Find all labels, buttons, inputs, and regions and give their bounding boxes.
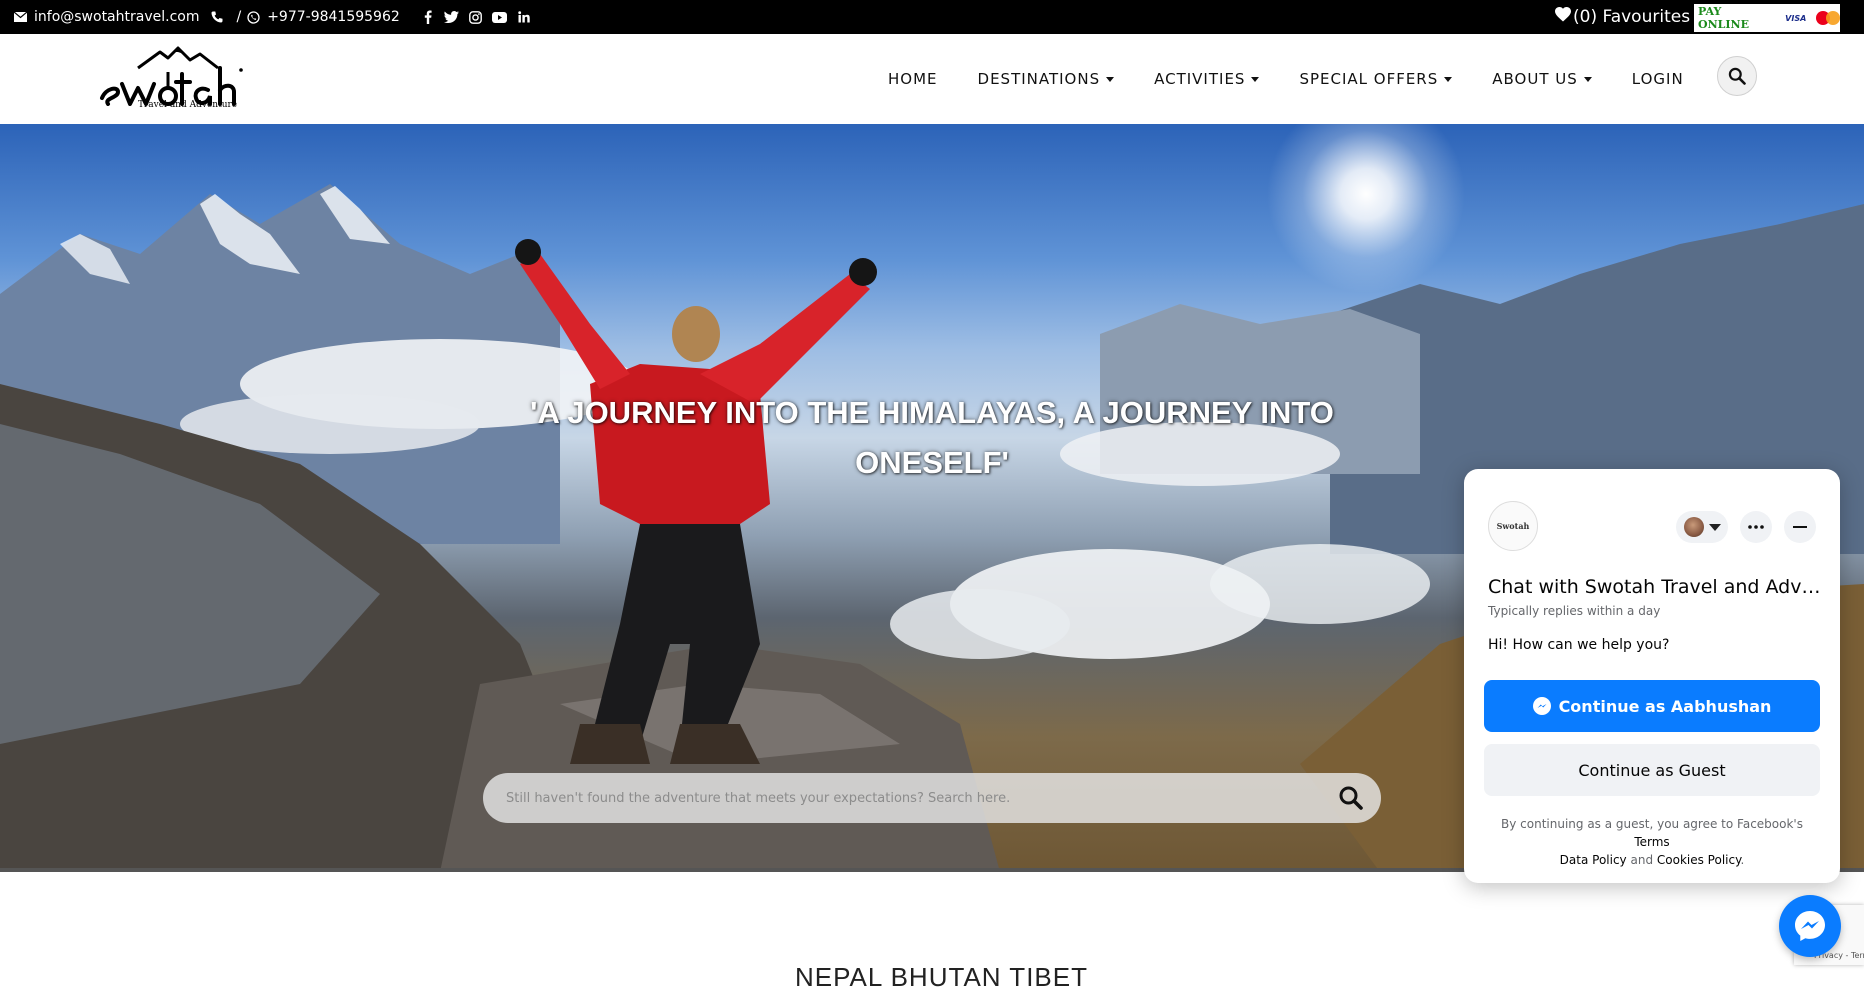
heart-icon — [1555, 7, 1571, 27]
more-options-button[interactable] — [1740, 511, 1772, 543]
phone-icon — [211, 11, 223, 23]
linkedin-icon[interactable] — [516, 9, 532, 25]
pay-online-label: PAY ONLINE — [1698, 5, 1749, 31]
envelope-icon — [14, 12, 27, 22]
minimize-icon — [1793, 526, 1807, 528]
nav-item-about-us[interactable]: ABOUT US — [1492, 70, 1592, 88]
nav-item-activities[interactable]: ACTIVITIES — [1154, 70, 1260, 88]
nav-item-label: ABOUT US — [1492, 70, 1578, 88]
nav-item-label: LOGIN — [1631, 70, 1684, 88]
site-logo[interactable]: Travel and Adventure — [98, 46, 274, 112]
minimize-button[interactable] — [1784, 511, 1816, 543]
user-avatar — [1683, 517, 1704, 537]
messenger-chat-panel: Swotah Chat with Swotah Travel and Adve.… — [1464, 469, 1840, 883]
caret-down-icon — [1444, 76, 1453, 82]
caret-down-icon — [1251, 76, 1260, 82]
caret-down-icon — [1106, 76, 1115, 82]
more-icon — [1748, 525, 1764, 529]
continue-as-user-button[interactable]: Continue as Aabhushan — [1484, 680, 1820, 732]
terms-link[interactable]: Terms — [1634, 835, 1669, 849]
instagram-icon[interactable] — [468, 9, 484, 25]
nav-item-home[interactable]: HOME — [888, 70, 938, 88]
hero-search-bar — [483, 773, 1381, 823]
contact-info: info@swotahtravel.com / +977-9841595962 — [14, 0, 540, 34]
mastercard-logo — [1816, 11, 1841, 25]
caret-down-icon — [1583, 76, 1592, 82]
page-avatar-text: Swotah — [1496, 521, 1530, 531]
twitter-icon[interactable] — [444, 9, 460, 25]
nav-search-button[interactable] — [1717, 56, 1757, 96]
continue-as-guest-label: Continue as Guest — [1578, 760, 1726, 780]
phone-separator: / — [236, 9, 242, 25]
section-title: NEPAL BHUTAN TIBET — [795, 962, 1088, 992]
main-nav: HOME DESTINATIONS ACTIVITIES SPECIAL OFFERS… — [888, 34, 1724, 124]
hero-search-input[interactable] — [483, 773, 1321, 823]
search-icon — [1728, 67, 1746, 85]
search-icon — [1339, 786, 1363, 810]
chat-title: Chat with Swotah Travel and Adve... — [1488, 576, 1828, 598]
nav-item-label: ACTIVITIES — [1154, 70, 1246, 88]
messenger-launcher-button[interactable] — [1779, 895, 1841, 957]
chat-subtitle: Typically replies within a day — [1488, 604, 1661, 618]
nav-item-label: HOME — [888, 70, 938, 88]
logo-tagline: Travel and Adventure — [138, 100, 238, 110]
nav-item-label: SPECIAL OFFERS — [1299, 70, 1439, 88]
chevron-down-icon — [1708, 523, 1721, 531]
phone-link[interactable]: +977-9841595962 — [267, 9, 400, 25]
cookies-policy-link[interactable]: Cookies Policy — [1657, 853, 1741, 867]
account-switcher[interactable] — [1676, 511, 1728, 543]
continue-as-guest-button[interactable]: Continue as Guest — [1484, 744, 1820, 796]
whatsapp-icon — [247, 10, 260, 24]
facebook-icon[interactable] — [420, 9, 436, 25]
continue-as-user-label: Continue as Aabhushan — [1558, 696, 1772, 716]
favourites-label: (0) Favourites — [1573, 7, 1691, 27]
nav-item-special-offers[interactable]: SPECIAL OFFERS — [1299, 70, 1453, 88]
legal-prefix: By continuing as a guest, you agree to F… — [1501, 817, 1803, 831]
favourites-link[interactable]: (0) Favourites — [1555, 0, 1690, 34]
nav-item-destinations[interactable]: DESTINATIONS — [978, 70, 1115, 88]
hero-search-button[interactable] — [1321, 773, 1381, 823]
email-link[interactable]: info@swotahtravel.com — [34, 9, 199, 25]
logo-mountain-icon — [100, 46, 243, 106]
youtube-icon[interactable] — [492, 9, 508, 25]
nav-item-label: DESTINATIONS — [977, 70, 1101, 88]
visa-logo: VISA — [1785, 13, 1807, 23]
chat-greeting: Hi! How can we help you? — [1488, 637, 1670, 653]
data-policy-link[interactable]: Data Policy — [1560, 853, 1627, 867]
top-bar: info@swotahtravel.com / +977-9841595962 — [0, 0, 1864, 34]
hero-title: 'A JOURNEY INTO THE HIMALAYAS, A JOURNEY… — [530, 395, 1334, 480]
pay-online-button[interactable]: PAY ONLINE VISA — [1694, 4, 1841, 32]
chat-legal-text: By continuing as a guest, you agree to F… — [1484, 815, 1820, 869]
messenger-icon — [1795, 911, 1825, 941]
page-avatar: Swotah — [1488, 501, 1538, 551]
legal-and: and — [1630, 853, 1654, 867]
nav-item-login[interactable]: LOGIN — [1632, 70, 1684, 88]
main-navbar: Travel and Adventure HOME DESTINATIONS ACT… — [0, 34, 1864, 124]
messenger-icon — [1532, 697, 1551, 715]
social-links — [420, 9, 540, 25]
legal-period: . — [1740, 853, 1745, 867]
